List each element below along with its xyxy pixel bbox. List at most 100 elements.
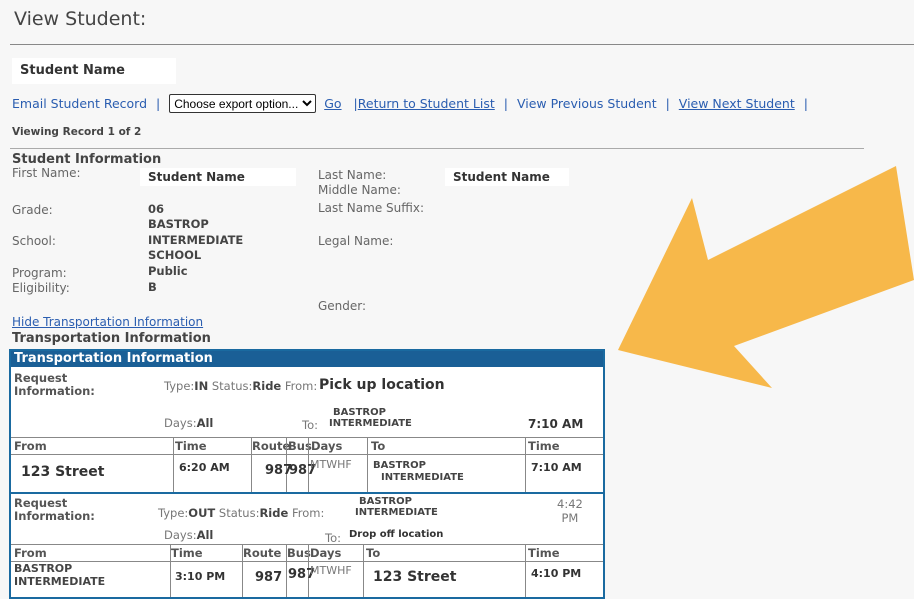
view-previous-student-link[interactable]: View Previous Student bbox=[517, 96, 657, 111]
row-time-value: 6:20 AM bbox=[179, 461, 230, 474]
to-destination: BASTROP INTERMEDIATE bbox=[329, 407, 412, 429]
hide-transportation-link[interactable]: Hide Transportation Information bbox=[12, 315, 203, 329]
email-record-link[interactable]: Email Student Record bbox=[12, 96, 147, 111]
col-arrive-time: Time bbox=[528, 546, 560, 560]
row-route-value: 987 bbox=[255, 570, 283, 585]
row-arrive-value: 4:10 PM bbox=[531, 567, 582, 580]
col-divider bbox=[363, 544, 364, 597]
col-divider bbox=[242, 544, 243, 597]
status-label: Status: bbox=[218, 506, 260, 520]
table-rule bbox=[11, 544, 603, 545]
export-option-select[interactable]: Choose export option... bbox=[169, 94, 317, 113]
row-days-value: MTWHF bbox=[310, 564, 352, 577]
days-label: Days: bbox=[164, 416, 197, 430]
school-value-line2: INTERMEDIATE bbox=[148, 233, 244, 247]
days-value: All bbox=[196, 528, 214, 542]
type-value: OUT bbox=[188, 506, 216, 520]
last-name-value: Student Name bbox=[445, 168, 569, 186]
student-info-heading: Student Information bbox=[12, 152, 162, 167]
col-arrive-time: Time bbox=[528, 439, 560, 453]
col-divider bbox=[525, 437, 526, 493]
request-label-line2: Information: bbox=[14, 384, 95, 398]
eligibility-label: Eligibility: bbox=[12, 281, 70, 295]
record-nav-bar: Email Student Record | Choose export opt… bbox=[12, 94, 813, 113]
request-type-status: Type:IN Status:Ride From: bbox=[164, 379, 317, 393]
dropoff-location-value: Drop off location bbox=[349, 529, 444, 540]
col-to: To bbox=[366, 546, 381, 560]
first-name-value: Student Name bbox=[140, 168, 296, 186]
request-info-label: Request Information: bbox=[14, 372, 95, 398]
nav-separator: | bbox=[156, 96, 161, 111]
request-type-status: Type:OUT Status:Ride From: bbox=[158, 506, 324, 520]
program-label: Program: bbox=[12, 266, 67, 280]
page-title: View Student: bbox=[14, 8, 147, 30]
big-arrow-annotation-icon bbox=[618, 166, 914, 388]
record-counter: Viewing Record 1 of 2 bbox=[12, 126, 142, 138]
request-info-label: Request Information: bbox=[14, 497, 95, 523]
type-label: Type: bbox=[158, 506, 189, 520]
grade-value: 06 bbox=[148, 202, 165, 216]
days-field: Days:All bbox=[164, 528, 213, 542]
row-to-line2: INTERMEDIATE bbox=[381, 472, 464, 483]
col-to: To bbox=[371, 439, 386, 453]
to-label: To: bbox=[302, 418, 318, 432]
table-rule bbox=[11, 454, 603, 455]
type-value: IN bbox=[194, 379, 209, 393]
nav-separator: | bbox=[803, 96, 808, 111]
status-value: Ride bbox=[252, 379, 282, 393]
from-origin: BASTROP INTERMEDIATE bbox=[355, 496, 438, 518]
table-rule bbox=[11, 437, 603, 438]
transportation-panel: Transportation Information Request Infor… bbox=[9, 349, 605, 599]
col-divider bbox=[251, 437, 252, 493]
row-from-value: 123 Street bbox=[21, 464, 105, 480]
col-divider bbox=[173, 437, 174, 493]
request-time-value: 4:42 PM bbox=[557, 497, 583, 525]
days-field: Days:All bbox=[164, 416, 213, 430]
from-label: From: bbox=[284, 379, 318, 393]
days-value: All bbox=[196, 416, 214, 430]
col-time: Time bbox=[171, 546, 203, 560]
request-time-value: 7:10 AM bbox=[528, 417, 584, 431]
col-divider bbox=[170, 544, 171, 597]
row-arrive-value: 7:10 AM bbox=[531, 461, 582, 474]
grade-label: Grade: bbox=[12, 203, 53, 217]
middle-name-label: Middle Name: bbox=[318, 183, 401, 197]
col-days: Days bbox=[310, 546, 342, 560]
row-days-value: MTWHF bbox=[310, 458, 352, 471]
row-from-line2: INTERMEDIATE bbox=[14, 575, 106, 588]
col-divider bbox=[367, 437, 368, 493]
row-time-value: 3:10 PM bbox=[175, 570, 226, 583]
section-divider bbox=[10, 148, 864, 149]
transportation-panel-title: Transportation Information bbox=[11, 351, 603, 367]
program-value: Public bbox=[148, 264, 188, 278]
school-value-line1: BASTROP bbox=[148, 217, 209, 231]
from-line1: BASTROP bbox=[359, 496, 412, 507]
request-divider bbox=[11, 492, 603, 494]
type-label: Type: bbox=[164, 379, 195, 393]
col-time: Time bbox=[175, 439, 207, 453]
view-next-student-link[interactable]: View Next Student bbox=[679, 96, 795, 111]
to-line2: INTERMEDIATE bbox=[329, 418, 412, 429]
last-name-label: Last Name: bbox=[318, 168, 387, 182]
from-line2: INTERMEDIATE bbox=[355, 507, 438, 518]
school-label: School: bbox=[12, 234, 56, 248]
col-from: From bbox=[14, 439, 47, 453]
arrow-shape bbox=[618, 166, 914, 388]
to-line1: BASTROP bbox=[333, 407, 386, 418]
col-divider bbox=[286, 544, 287, 597]
col-from: From bbox=[14, 546, 47, 560]
school-value-line3: SCHOOL bbox=[148, 248, 202, 262]
first-name-label: First Name: bbox=[12, 166, 81, 180]
return-to-list-link[interactable]: Return to Student List bbox=[358, 96, 495, 111]
request-time-line1: 4:42 bbox=[557, 497, 583, 511]
col-route: Route bbox=[252, 439, 291, 453]
request-time-line2: PM bbox=[561, 511, 579, 525]
last-name-suffix-label: Last Name Suffix: bbox=[318, 201, 424, 215]
nav-separator: | bbox=[665, 96, 670, 111]
status-label: Status: bbox=[211, 379, 253, 393]
to-label: To: bbox=[325, 531, 341, 545]
student-name-header: Student Name bbox=[12, 58, 176, 84]
nav-separator: | bbox=[503, 96, 508, 111]
go-link[interactable]: Go bbox=[324, 96, 341, 111]
row-to-value: 123 Street bbox=[373, 569, 457, 585]
